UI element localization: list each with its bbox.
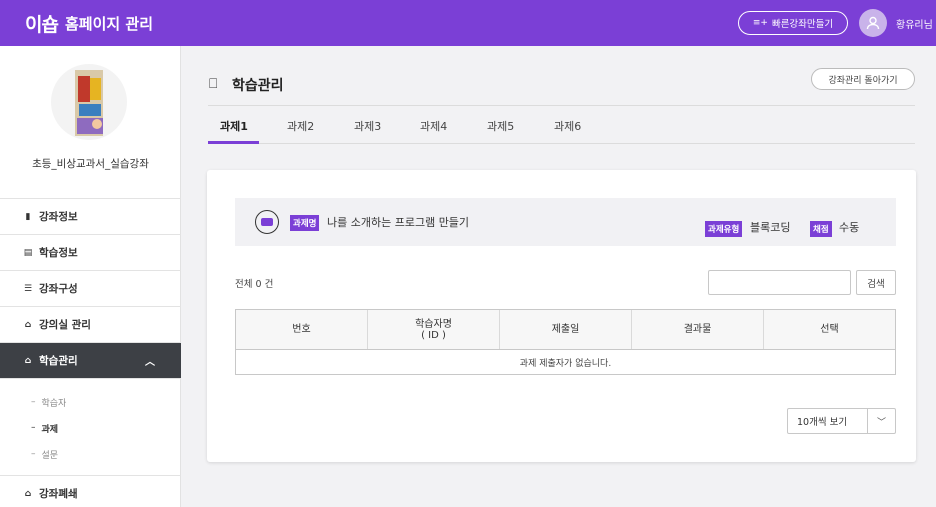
column-header-number: 번호: [236, 310, 368, 349]
book-icon: ▤: [23, 247, 33, 258]
sidebar-item-learning-info[interactable]: ▤ 학습정보: [0, 234, 181, 270]
column-header-select: 선택: [820, 324, 839, 335]
sidebar-item-label: 학습정보: [39, 247, 78, 259]
assignment-tabs: 과제1 과제2 과제3 과제4 과제5 과제6: [208, 106, 915, 144]
sidebar-item-course-structure[interactable]: ☰ 강좌구성: [0, 270, 181, 306]
tab-assignment-3[interactable]: 과제3: [354, 118, 381, 134]
column-header-result: 결과물: [632, 310, 764, 349]
quick-create-course-button[interactable]: ≡+ 빠른강좌만들기: [738, 11, 848, 35]
logo-mark: 이숍: [25, 13, 59, 36]
assignment-type-value: 블록코딩: [750, 221, 791, 234]
sidebar-item-label: 강좌구성: [39, 283, 78, 295]
grading-value: 수동: [839, 221, 860, 234]
back-to-course-management-button[interactable]: 강좌관리 돌아가기: [811, 68, 915, 90]
ticket-icon: [255, 210, 279, 234]
building-icon: ⌂: [24, 355, 32, 366]
submenu-item-learners[interactable]: – 학습자: [31, 389, 181, 415]
per-page-value: 10개씩 보기: [797, 417, 848, 428]
sidebar: 초등_비상교과서_실습강좌 ▮ 강좌정보 ▤ 학습정보 ☰ 강좌구성 ⌂ 강의실…: [0, 46, 181, 507]
tab-assignment-5[interactable]: 과제5: [487, 118, 514, 134]
per-page-select[interactable]: 10개씩 보기 ﹀: [787, 408, 896, 434]
submenu-label: 과제: [41, 424, 59, 435]
page-title: 학습관리: [232, 78, 284, 94]
total-count: 전체 0 건: [235, 279, 274, 290]
active-tab-indicator: [208, 141, 259, 144]
list-icon: ☰: [23, 283, 33, 294]
search-input[interactable]: [708, 270, 851, 295]
building-icon: ⌂: [24, 319, 32, 330]
sidebar-item-course-close[interactable]: ⌂ 강좌폐쇄: [0, 475, 181, 507]
tab-assignment-1[interactable]: 과제1: [220, 118, 248, 134]
page-title-icon: ⎕: [209, 76, 218, 92]
logo[interactable]: 이숍 홈페이지 관리: [25, 10, 153, 37]
info-icon: ▮: [25, 211, 31, 222]
course-name: 초등_비상교과서_실습강좌: [32, 158, 149, 170]
table-header: 번호 학습자명 ( ID ) 제출일 결과물 선택: [236, 310, 895, 350]
avatar[interactable]: [859, 9, 887, 37]
submenu-item-survey[interactable]: – 설문: [31, 441, 181, 467]
tab-assignment-2[interactable]: 과제2: [287, 118, 314, 134]
column-header-learner: 학습자명 ( ID ): [368, 310, 500, 349]
assignment-info-bar: 과제명 나를 소개하는 프로그램 만들기 과제유형 블록코딩 채점 수동: [235, 198, 896, 246]
course-thumbnail: [51, 64, 127, 140]
chevron-up-icon: ︿: [145, 357, 155, 368]
sidebar-item-label: 학습관리: [39, 355, 78, 367]
empty-message: 과제 제출자가 없습니다.: [519, 358, 612, 369]
grading-badge: 채점: [810, 221, 832, 237]
column-header-submit-date: 제출일: [500, 310, 632, 349]
assignment-card: 과제명 나를 소개하는 프로그램 만들기 과제유형 블록코딩 채점 수동 전체 …: [207, 170, 916, 462]
username[interactable]: 황유리님: [896, 16, 933, 31]
sidebar-item-label: 강좌정보: [39, 211, 78, 223]
tab-assignment-4[interactable]: 과제4: [420, 118, 447, 134]
submission-table: 번호 학습자명 ( ID ) 제출일 결과물 선택 과제 제출자가 없습니다.: [235, 309, 896, 375]
app-title: 홈페이지 관리: [64, 14, 153, 33]
submenu-label: 학습자: [41, 398, 67, 409]
list-plus-icon: ≡+: [752, 18, 768, 28]
quick-create-label: 빠른강좌만들기: [771, 19, 834, 30]
sidebar-item-label: 강의실 관리: [39, 319, 91, 331]
submenu: – 학습자 – 과제 – 설문: [0, 378, 181, 475]
user-icon: [866, 16, 880, 30]
submenu-item-assignment[interactable]: – 과제: [31, 415, 181, 441]
chevron-down-icon[interactable]: ﹀: [867, 409, 895, 433]
building-icon: ⌂: [24, 488, 32, 499]
sidebar-item-learning-management[interactable]: ⌂ 학습관리 ︿: [0, 342, 181, 378]
sidebar-menu: ▮ 강좌정보 ▤ 학습정보 ☰ 강좌구성 ⌂ 강의실 관리 ⌂ 학습관리 ︿ –…: [0, 198, 181, 507]
assignment-name-badge: 과제명: [290, 215, 320, 231]
assignment-type-badge: 과제유형: [705, 221, 743, 237]
sidebar-item-course-info[interactable]: ▮ 강좌정보: [0, 198, 181, 234]
tab-assignment-6[interactable]: 과제6: [554, 118, 581, 134]
search-button[interactable]: 검색: [856, 270, 896, 295]
sidebar-item-label: 강좌폐쇄: [39, 488, 78, 500]
submenu-label: 설문: [41, 450, 59, 461]
assignment-name: 나를 소개하는 프로그램 만들기: [327, 216, 470, 229]
sidebar-item-classroom[interactable]: ⌂ 강의실 관리: [0, 306, 181, 342]
top-bar: 이숍 홈페이지 관리 ≡+ 빠른강좌만들기 황유리님: [0, 0, 936, 46]
